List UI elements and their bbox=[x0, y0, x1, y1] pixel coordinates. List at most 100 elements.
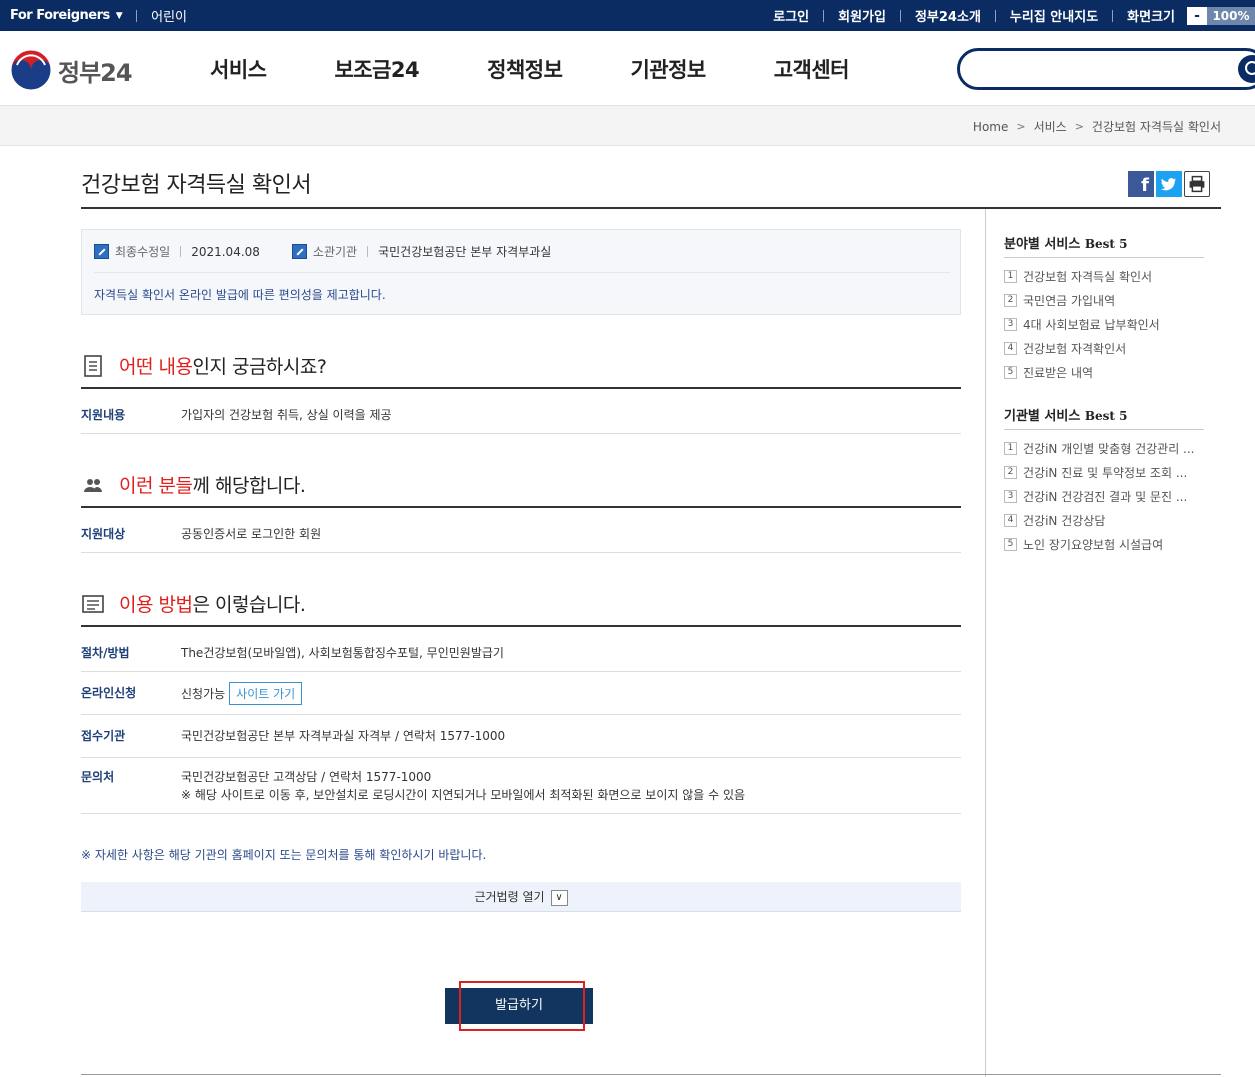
search-icon[interactable] bbox=[1238, 55, 1255, 83]
sidebar-item[interactable]: 3 건강iN 건강검진 결과 및 문진 ... bbox=[1004, 488, 1209, 505]
table-row: 지원내용 가입자의 건강보험 취득, 상실 이력을 제공 bbox=[81, 389, 961, 434]
row-value: 신청가능 사이트 가기 bbox=[181, 682, 303, 705]
rank-badge: 2 bbox=[1004, 294, 1017, 307]
search-box bbox=[957, 48, 1255, 90]
row-label: 절차/방법 bbox=[81, 646, 130, 660]
sidebar-divider bbox=[1004, 429, 1204, 430]
sidebar-item[interactable]: 2 건강iN 진료 및 투약정보 조회 ... bbox=[1004, 464, 1209, 481]
online-status: 신청가능 bbox=[181, 687, 226, 701]
divider bbox=[823, 9, 825, 22]
breadcrumb-home[interactable]: Home bbox=[973, 120, 1008, 134]
rank-badge: 4 bbox=[1004, 342, 1017, 355]
row-value: 공동인증서로 로그인한 회원 bbox=[181, 527, 322, 541]
notice-text: ※ 자세한 사항은 해당 기관의 홈페이지 또는 문의처를 통해 확인하시기 바… bbox=[81, 848, 487, 862]
service-info-box: 최종수정일 2021.04.08 소관기관 국민건강보험공단 본부 자격부과실 … bbox=[81, 229, 961, 315]
modified-date-value: 2021.04.08 bbox=[191, 244, 260, 259]
sidebar-item[interactable]: 5 노인 장기요양보험 시설급여 bbox=[1004, 536, 1209, 553]
divider bbox=[367, 246, 369, 257]
taegeuk-logo-icon bbox=[10, 49, 52, 91]
modified-date-label: 최종수정일 bbox=[115, 245, 171, 259]
sidebar-divider bbox=[985, 209, 986, 1077]
rank-badge: 3 bbox=[1004, 318, 1017, 331]
print-icon[interactable] bbox=[1184, 171, 1210, 197]
sidebar-item[interactable]: 2 국민연금 가입내역 bbox=[1004, 292, 1209, 309]
nav-agency-info[interactable]: 기관정보 bbox=[630, 54, 706, 84]
login-link[interactable]: 로그인 bbox=[773, 6, 809, 25]
sidebar-title-best: Best 5 bbox=[1084, 409, 1128, 423]
signup-link[interactable]: 회원가입 bbox=[838, 6, 886, 25]
sidebar-item[interactable]: 5 진료받은 내역 bbox=[1004, 364, 1209, 381]
sidebar-divider bbox=[1004, 257, 1204, 258]
chevron-right-icon: > bbox=[1016, 120, 1026, 133]
chevron-down-icon: ∨ bbox=[550, 889, 568, 906]
document-icon bbox=[84, 354, 102, 377]
row-label: 온라인신청 bbox=[81, 686, 137, 700]
row-label: 문의처 bbox=[81, 770, 115, 784]
zoom-out-button[interactable]: - bbox=[1187, 6, 1207, 25]
rank-badge: 1 bbox=[1004, 270, 1017, 283]
sidebar-item-label: 노인 장기요양보험 시설급여 bbox=[1023, 538, 1164, 552]
sidebar-item-label: 건강iN 건강상담 bbox=[1023, 514, 1106, 528]
section-heading-text: 은 이렇습니다. bbox=[192, 594, 306, 616]
sidebar-item[interactable]: 1 건강보험 자격득실 확인서 bbox=[1004, 268, 1209, 285]
share-tools: f bbox=[1128, 171, 1210, 197]
sidebar-title-text: 분야별 서비스 bbox=[1004, 237, 1081, 252]
sidebar-item[interactable]: 1 건강iN 개인별 맞춤형 건강관리 ... bbox=[1004, 440, 1209, 457]
nav-subsidy24[interactable]: 보조금24 bbox=[334, 54, 419, 84]
divider bbox=[94, 272, 950, 273]
title-divider bbox=[81, 207, 1221, 209]
law-toggle-label: 근거법령 열기 bbox=[474, 890, 545, 904]
nav-policy-info[interactable]: 정책정보 bbox=[487, 54, 563, 84]
nav-customer-center[interactable]: 고객센터 bbox=[774, 54, 850, 84]
row-note: ※ 해당 사이트로 이동 후, 보안설치로 로딩시간이 지연되거나 모바일에서 … bbox=[181, 788, 746, 802]
kids-link[interactable]: 어린이 bbox=[151, 6, 187, 25]
section-heading-highlight: 이런 분들 bbox=[119, 475, 193, 497]
row-value: The건강보험(모바일앱), 사회보험통합징수포털, 무인민원발급기 bbox=[181, 646, 504, 660]
rank-badge: 3 bbox=[1004, 490, 1017, 503]
row-label: 지원대상 bbox=[81, 527, 126, 541]
sidebar-item[interactable]: 3 4대 사회보험료 납부확인서 bbox=[1004, 316, 1209, 333]
nav-services[interactable]: 서비스 bbox=[210, 54, 267, 84]
service-description: 자격득실 확인서 온라인 발급에 따른 편의성을 제고합니다. bbox=[94, 288, 386, 302]
go-to-site-button[interactable]: 사이트 가기 bbox=[229, 682, 303, 705]
sidebar-item[interactable]: 4 건강iN 건강상담 bbox=[1004, 512, 1209, 529]
issue-button[interactable]: 발급하기 bbox=[445, 988, 593, 1024]
section-heading-target: 이런 분들 께 해당합니다. bbox=[81, 471, 306, 498]
main-nav: 서비스 보조금24 정책정보 기관정보 고객센터 bbox=[210, 31, 917, 106]
law-toggle[interactable]: 근거법령 열기 ∨ bbox=[81, 882, 961, 912]
sidebar-item-label: 국민연금 가입내역 bbox=[1023, 294, 1116, 308]
page-title: 건강보험 자격득실 확인서 bbox=[81, 173, 312, 198]
rank-badge: 5 bbox=[1004, 366, 1017, 379]
divider bbox=[1112, 9, 1114, 22]
search-input[interactable] bbox=[974, 51, 1234, 87]
sidebar-field-best-title: 분야별 서비스 Best 5 bbox=[1004, 233, 1127, 252]
edit-icon bbox=[291, 244, 307, 259]
zoom-control: - 100% bbox=[1187, 6, 1255, 25]
screen-size-label: 화면크기 bbox=[1127, 10, 1175, 25]
sidebar-item[interactable]: 4 건강보험 자격확인서 bbox=[1004, 340, 1209, 357]
row-value: 국민건강보험공단 고객상담 / 연락처 1577-1000 bbox=[181, 770, 432, 784]
utility-bar: For Foreigners ▼ 어린이 로그인 회원가입 정부24소개 누리집… bbox=[0, 0, 1255, 31]
site-guide-link[interactable]: 누리집 안내지도 bbox=[1010, 6, 1098, 25]
sidebar-item-label: 건강iN 건강검진 결과 및 문진 ... bbox=[1023, 490, 1188, 504]
for-foreigners-menu[interactable]: For Foreigners ▼ bbox=[10, 8, 123, 23]
breadcrumb-bar: Home > 서비스 > 건강보험 자격득실 확인서 bbox=[0, 106, 1255, 146]
breadcrumb-current: 건강보험 자격득실 확인서 bbox=[1091, 120, 1221, 134]
list-icon bbox=[82, 594, 104, 613]
sidebar-title-best: Best 5 bbox=[1084, 237, 1128, 251]
facebook-share-icon[interactable]: f bbox=[1128, 171, 1154, 197]
zoom-level: 100% bbox=[1207, 6, 1255, 25]
section-heading-method: 이용 방법 은 이렇습니다. bbox=[81, 590, 306, 617]
breadcrumb-services[interactable]: 서비스 bbox=[1034, 118, 1067, 135]
agency-value: 국민건강보험공단 본부 자격부과실 bbox=[378, 245, 552, 259]
twitter-share-icon[interactable] bbox=[1156, 171, 1182, 197]
chevron-right-icon: > bbox=[1074, 120, 1084, 133]
section-heading-highlight: 어떤 내용 bbox=[119, 356, 193, 378]
intro-link[interactable]: 정부24소개 bbox=[915, 6, 981, 25]
divider bbox=[180, 246, 182, 257]
site-logo[interactable]: 정부24 bbox=[10, 49, 133, 91]
table-row: 지원대상 공동인증서로 로그인한 회원 bbox=[81, 508, 961, 553]
logo-text: 정부24 bbox=[58, 58, 133, 87]
caret-down-icon: ▼ bbox=[115, 10, 123, 21]
row-value: 국민건강보험공단 본부 자격부과실 자격부 / 연락처 1577-1000 bbox=[181, 729, 506, 743]
